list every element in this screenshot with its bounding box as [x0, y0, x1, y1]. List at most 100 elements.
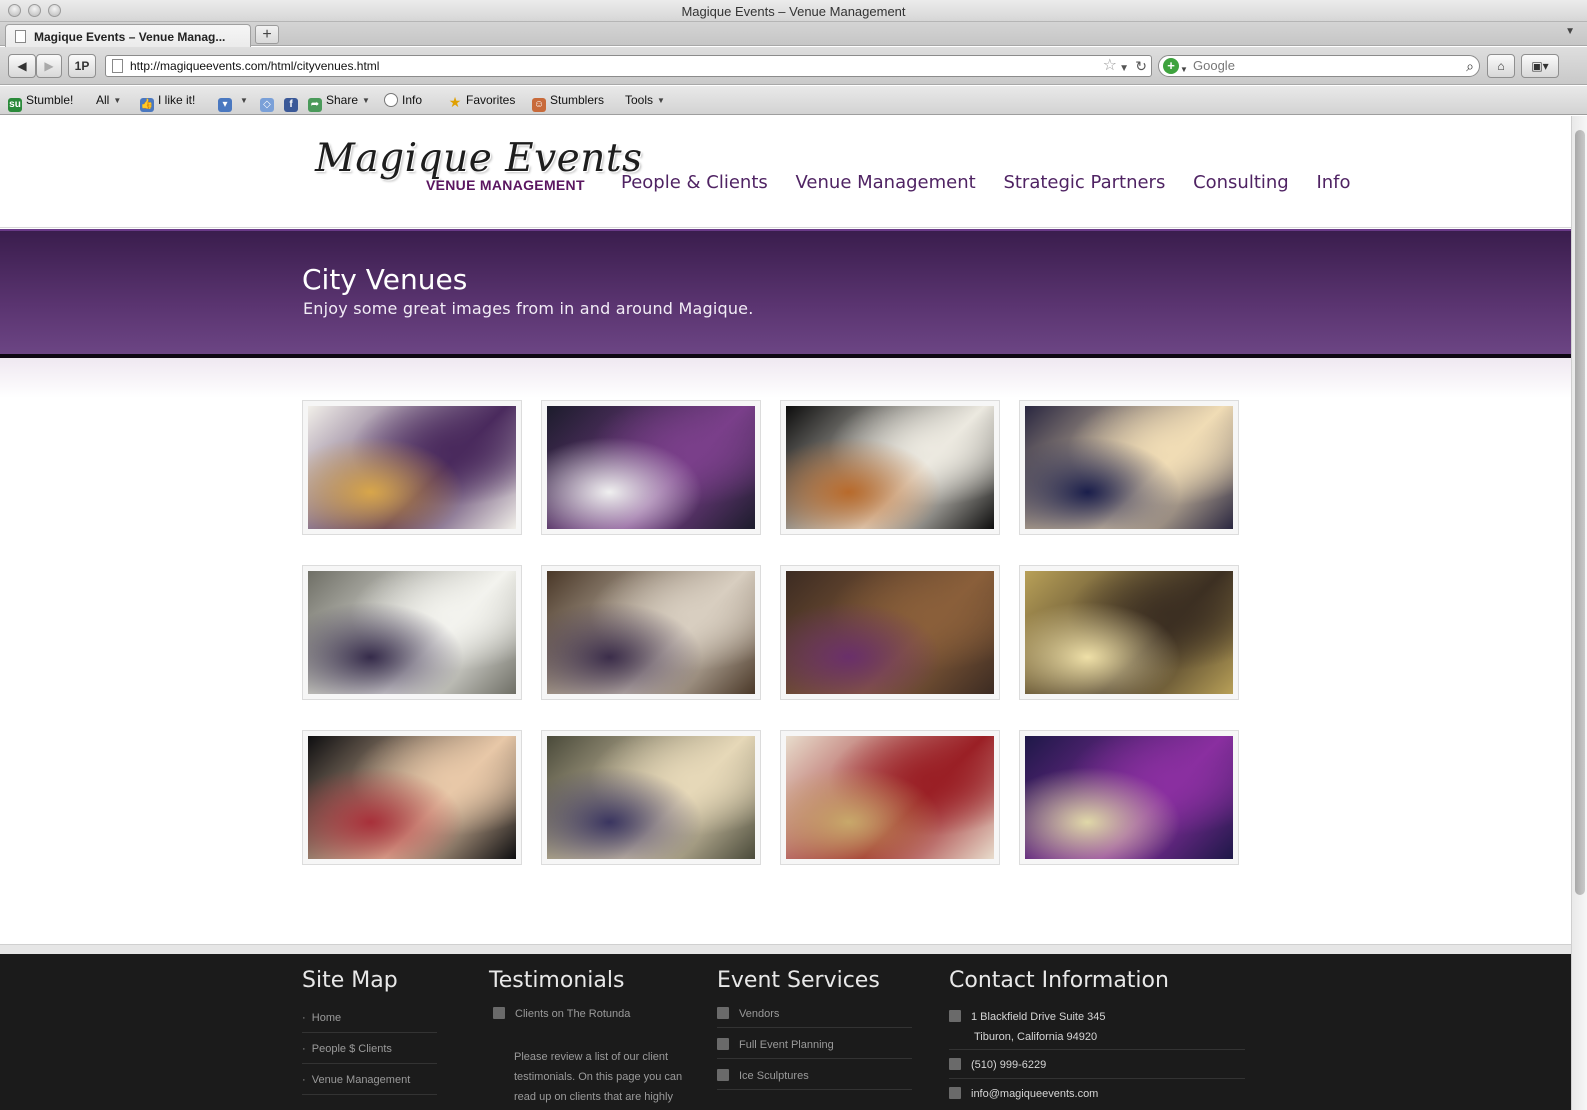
stumble-button[interactable]: su Stumble! [8, 93, 73, 112]
photo-image [786, 736, 994, 859]
photo-image [1025, 406, 1233, 529]
sitemap-link-venue[interactable]: · Venue Management [302, 1074, 410, 1086]
photo-image [308, 571, 516, 694]
bookmarks-toolbar: su Stumble! All ▼ 👍 I like it! ▾ ▼ ◇ f ➦ Shar… [0, 86, 1587, 115]
gallery-thumbnail-bridal-party[interactable] [541, 400, 761, 535]
new-tab-button[interactable]: + [255, 25, 279, 44]
service-link-planning[interactable]: Full Event Planning [717, 1038, 834, 1051]
page-banner: City Venues Enjoy some great images from… [0, 229, 1571, 358]
facebook-button[interactable]: f [284, 93, 302, 112]
gallery-thumbnail-served-plates[interactable] [780, 400, 1000, 535]
back-arrow-icon: ◀ [17, 59, 27, 73]
testimonial-link[interactable]: Clients on The Rotunda [493, 1007, 630, 1020]
like-button[interactable]: 👍 I like it! [140, 93, 195, 112]
service-link-vendors[interactable]: Vendors [717, 1007, 779, 1020]
info-button[interactable]: Info [384, 93, 422, 107]
nav-strategic-partners[interactable]: Strategic Partners [1003, 172, 1165, 193]
reload-icon[interactable]: ↻ [1135, 56, 1147, 76]
extension-icon: ▣▾ [1531, 59, 1549, 73]
page-viewport: Magique Events VENUE MANAGEMENT People &… [0, 116, 1571, 1110]
search-engine-icon[interactable]: + [1163, 58, 1179, 74]
tag-icon: ◇ [260, 98, 274, 112]
document-icon [717, 1038, 729, 1050]
search-input[interactable]: + ▼ Google ⌕ [1158, 55, 1480, 77]
gallery-thumbnail-dome-ballroom[interactable] [1019, 565, 1239, 700]
gallery-thumbnail-chefs-plating[interactable] [302, 565, 522, 700]
site-footer: Site Map · Home · People $ Clients · Ven… [0, 954, 1571, 1110]
gallery-thumbnail-dance-floor-party[interactable] [1019, 730, 1239, 865]
contact-heading: Contact Information [949, 968, 1169, 993]
site-logo[interactable]: Magique Events [315, 136, 643, 181]
photo-image [308, 736, 516, 859]
stumblers-button[interactable]: ☺ Stumblers [532, 93, 604, 112]
gallery-thumbnail-balcony-ballroom[interactable] [780, 565, 1000, 700]
gallery-thumbnail-atrium-staircase-crowd[interactable] [1019, 400, 1239, 535]
bookmark-star-icon[interactable]: ☆ [1103, 56, 1117, 76]
page-icon [15, 30, 26, 43]
contact-email[interactable]: info@magiqueevents.com [949, 1087, 1098, 1100]
extension-button[interactable]: ▣▾ [1521, 54, 1559, 78]
tools-label: Tools [625, 93, 654, 107]
content-gradient [0, 358, 1571, 398]
document-icon [717, 1069, 729, 1081]
divider [717, 1058, 912, 1059]
chevron-down-icon: ▼ [362, 96, 370, 105]
site-logo-subtitle: VENUE MANAGEMENT [426, 177, 585, 193]
dislike-button[interactable]: ▾ ▼ [218, 93, 248, 112]
tag-button[interactable]: ◇ [260, 93, 278, 112]
vertical-scrollbar[interactable] [1571, 116, 1587, 1110]
nav-info[interactable]: Info [1316, 172, 1350, 193]
service-link-ice[interactable]: Ice Sculptures [717, 1069, 809, 1082]
url-input[interactable]: http://magiqueevents.com/html/cityvenues… [105, 55, 1152, 77]
gallery-thumbnail-plated-appetizer[interactable] [302, 400, 522, 535]
gallery-thumbnail-first-dance-staircase[interactable] [541, 565, 761, 700]
photo-image [786, 406, 994, 529]
all-dropdown[interactable]: All ▼ [96, 93, 121, 107]
gallery-thumbnail-dome-ceiling-lamps[interactable] [780, 730, 1000, 865]
star-icon: ★ [448, 94, 462, 110]
tab-active[interactable]: Magique Events – Venue Manag... [5, 24, 251, 47]
onepassword-button[interactable]: 1P [68, 54, 96, 78]
divider [949, 1078, 1245, 1079]
gallery-thumbnail-rotunda-tables-aerial[interactable] [541, 730, 761, 865]
history-dropdown-icon[interactable]: ▼ [1119, 59, 1129, 79]
forward-button[interactable]: ▶ [36, 54, 62, 78]
share-button[interactable]: ➦ Share ▼ [308, 93, 370, 112]
forward-arrow-icon: ▶ [44, 59, 54, 73]
tools-dropdown[interactable]: Tools ▼ [625, 93, 665, 107]
magnifier-icon[interactable]: ⌕ [1466, 56, 1474, 76]
sitemap-heading: Site Map [302, 968, 398, 993]
search-placeholder: Google [1193, 58, 1235, 73]
nav-venue-management[interactable]: Venue Management [796, 172, 976, 193]
footer-divider [0, 944, 1571, 954]
page-subtitle: Enjoy some great images from in and arou… [303, 299, 754, 318]
chevron-down-icon: ▼ [240, 96, 248, 105]
stumbleupon-icon: su [8, 98, 22, 112]
share-label: Share [326, 93, 359, 107]
site-header: Magique Events VENUE MANAGEMENT People &… [0, 116, 1571, 228]
favorites-button[interactable]: ★ Favorites [448, 93, 516, 110]
nav-people-clients[interactable]: People & Clients [621, 172, 768, 193]
divider [302, 1032, 437, 1033]
gallery-thumbnail-groomsmen-group[interactable] [302, 730, 522, 865]
back-button[interactable]: ◀ [8, 54, 36, 78]
document-icon [717, 1007, 729, 1019]
tab-list-icon[interactable]: ▼ [1565, 26, 1575, 37]
home-button[interactable]: ⌂ [1487, 54, 1515, 78]
home-icon [949, 1010, 961, 1022]
thumbs-up-icon: 👍 [140, 98, 154, 112]
tab-bar: Magique Events – Venue Manag... + ▼ [0, 22, 1587, 47]
favorites-label: Favorites [466, 93, 516, 107]
stumblers-label: Stumblers [550, 93, 605, 107]
sitemap-link-people[interactable]: · People $ Clients [302, 1043, 392, 1055]
chevron-down-icon: ▼ [113, 96, 122, 105]
divider [717, 1027, 912, 1028]
comment-icon [493, 1007, 505, 1019]
nav-consulting[interactable]: Consulting [1193, 172, 1289, 193]
window-title: Magique Events – Venue Management [681, 4, 906, 19]
sitemap-link-home[interactable]: · Home [302, 1012, 341, 1024]
scrollbar-thumb[interactable] [1575, 130, 1585, 895]
url-text: http://magiqueevents.com/html/cityvenues… [130, 59, 380, 73]
photo-image [547, 736, 755, 859]
photo-image [786, 571, 994, 694]
